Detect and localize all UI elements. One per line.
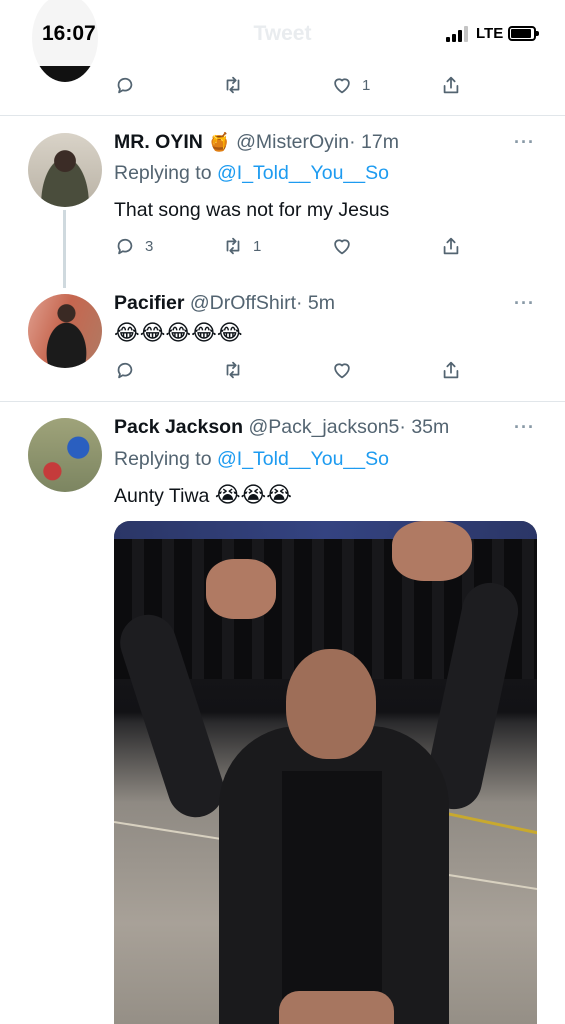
avatar[interactable] — [28, 294, 102, 368]
avatar[interactable] — [28, 133, 102, 207]
media-figure — [392, 521, 472, 581]
share-button[interactable] — [440, 358, 462, 382]
display-name[interactable]: MR. OYIN — [114, 131, 203, 153]
retweet-button[interactable] — [222, 358, 244, 382]
reply-icon — [117, 77, 133, 94]
user-handle[interactable]: @MisterOyin — [236, 131, 349, 153]
retweet-button[interactable] — [222, 73, 244, 97]
signal-icon — [446, 26, 470, 42]
honey-pot-icon: 🍯 — [208, 132, 231, 152]
tweet-actions — [0, 358, 565, 382]
tweet-time[interactable]: · 17m — [349, 131, 399, 153]
more-options-icon[interactable]: ··· — [514, 417, 535, 438]
replying-to-link[interactable]: @I_Told__You__So — [217, 162, 389, 184]
like-button[interactable] — [331, 358, 353, 382]
reply-button[interactable] — [114, 358, 136, 382]
user-handle[interactable]: @Pack_jackson5 — [248, 416, 399, 438]
share-button[interactable] — [440, 73, 462, 97]
replying-to-label: Replying to — [114, 448, 212, 470]
tweet-text: Aunty Tiwa 😭😭😭 — [114, 483, 292, 508]
tweet-header: Pack Jackson @Pack_jackson5· 35m — [114, 416, 449, 439]
heart-icon — [334, 78, 350, 94]
retweet-button[interactable]: 1 — [222, 234, 261, 258]
reply-button[interactable]: 3 — [114, 234, 153, 258]
tweet-text: 😂😂😂😂😂 — [114, 321, 243, 346]
status-bar: Tweet 16:07 LTE — [0, 0, 565, 66]
retweet-icon — [226, 76, 240, 94]
retweet-count: 1 — [253, 237, 262, 255]
divider — [0, 401, 565, 402]
share-icon — [443, 76, 459, 94]
retweet-icon — [226, 361, 240, 379]
share-icon — [443, 237, 459, 255]
share-icon — [443, 361, 459, 379]
replying-to: Replying to @I_Told__You__So — [114, 162, 389, 185]
heart-icon — [334, 239, 350, 255]
replying-to-link[interactable]: @I_Told__You__So — [217, 448, 389, 470]
divider — [0, 115, 565, 116]
previous-tweet-actions: 1 — [0, 73, 565, 97]
media-backdrop — [114, 521, 537, 541]
reply-icon — [117, 238, 133, 255]
tweet-time[interactable]: · 35m — [399, 416, 449, 438]
media-figure — [286, 649, 376, 759]
share-button[interactable] — [440, 234, 462, 258]
reply-icon — [117, 362, 133, 379]
more-options-icon[interactable]: ··· — [514, 293, 535, 314]
reply-button[interactable] — [114, 73, 136, 97]
user-handle[interactable]: @DrOffShirt — [190, 292, 296, 314]
replying-to-label: Replying to — [114, 162, 212, 184]
heart-icon — [334, 363, 350, 379]
more-options-icon[interactable]: ··· — [514, 132, 535, 153]
tweet-text: That song was not for my Jesus — [114, 199, 390, 221]
status-time: 16:07 — [42, 22, 96, 45]
like-count: 1 — [362, 76, 371, 94]
battery-icon — [508, 26, 539, 41]
retweet-icon — [226, 237, 240, 255]
tweet-text-emoji: 😭😭😭 — [214, 483, 292, 508]
media-figure — [206, 559, 276, 619]
like-button[interactable] — [331, 234, 353, 258]
avatar[interactable] — [28, 418, 102, 492]
tweet-header: Pacifier @DrOffShirt· 5m — [114, 292, 335, 315]
reply-count: 3 — [145, 237, 154, 255]
display-name[interactable]: Pack Jackson — [114, 416, 243, 438]
like-button[interactable]: 1 — [331, 73, 370, 97]
tweet-actions: 3 1 — [0, 234, 565, 258]
tweet-time[interactable]: · 5m — [296, 292, 335, 314]
replying-to: Replying to @I_Told__You__So — [114, 448, 389, 471]
display-name[interactable]: Pacifier — [114, 292, 184, 314]
tweet-media-video[interactable] — [114, 521, 537, 1024]
network-label: LTE — [476, 25, 504, 42]
media-figure — [279, 991, 394, 1024]
tweet-header: MR. OYIN 🍯 @MisterOyin· 17m — [114, 131, 399, 154]
tweet-text-words: Aunty Tiwa — [114, 485, 210, 507]
media-figure — [282, 771, 382, 1001]
